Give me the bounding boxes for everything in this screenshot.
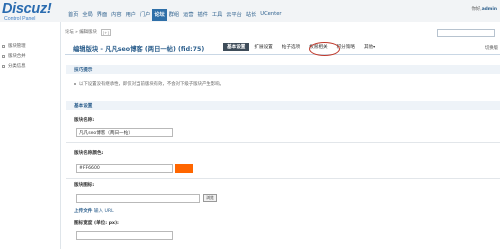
greeting-text: 你好, <box>471 7 482 12</box>
annotation-circle <box>309 42 340 56</box>
search-input[interactable] <box>437 29 495 37</box>
sidebar-item-forum-merge[interactable]: 版块合并 <box>2 53 26 59</box>
chevron-down-icon: ▾ <box>373 44 376 49</box>
user-greeting: 你好,admin <box>472 6 498 12</box>
sub-tab-label: 其他 <box>363 45 374 50</box>
sidebar-item-label: 版块合并 <box>8 54 26 59</box>
sub-tab-label: 帖子选项 <box>281 45 301 50</box>
tip-item: 以下设置没有继承性，即仅对当前版块有效，不会对下级子版块产生影响。 <box>66 80 500 88</box>
forum-name-field[interactable]: 凡凡seo博客（两日一帖） <box>76 128 173 137</box>
sidebar-item-forum-manage[interactable]: 版块管理 <box>2 43 26 49</box>
browse-button[interactable]: 浏览 <box>203 194 217 202</box>
title-row: 编辑版块 - 凡凡seo博客 (两日一帖) (fid:75) 基本设置 扩展设置 帖… <box>65 40 500 55</box>
upload-mode-tabs: 上传文件 输入 URL <box>74 208 114 214</box>
basic-settings-heading: 基本设置 <box>66 101 500 110</box>
main-nav: 首页 全局 界面 内容 用户 门户 论坛 群组 运营 插件 工具 云平台 站长 UCenter <box>66 9 284 21</box>
nav-tab[interactable]: 群组 <box>167 9 181 21</box>
nav-tab[interactable]: 门户 <box>138 9 152 21</box>
nav-tab[interactable]: 站长 <box>244 9 258 21</box>
discuz-logo[interactable]: Discuz! <box>2 1 52 17</box>
sub-tab-label: 扩展设置 <box>254 45 273 50</box>
icon-width-field[interactable] <box>76 231 173 240</box>
nav-tab[interactable]: 全局 <box>80 9 94 21</box>
forum-icon-label: 版块图标: <box>74 183 95 188</box>
sub-tab[interactable]: 帖子选项 <box>278 43 304 51</box>
tip-text: 以下设置没有继承性，即仅对当前版块有效，不会对下级子版块产生影响。 <box>79 82 224 87</box>
input-tab[interactable]: 输入 <box>94 209 103 214</box>
checkbox-icon <box>2 54 5 58</box>
nav-tab[interactable]: 用户 <box>124 9 138 21</box>
checkbox-icon <box>2 44 5 48</box>
nav-tab[interactable]: 运营 <box>181 9 195 21</box>
breadcrumb: 论坛 » 编辑版块 [+] <box>65 27 435 37</box>
add-shortcut-button[interactable]: [+] <box>100 28 111 36</box>
divider <box>66 142 500 143</box>
sidebar-item-label: 版块管理 <box>8 44 26 49</box>
forum-color-label: 版块名称颜色: <box>74 151 104 156</box>
color-swatch[interactable] <box>175 164 193 173</box>
nav-tab[interactable]: 工具 <box>210 9 224 21</box>
forum-color-field[interactable]: #FF6600 <box>76 164 173 173</box>
breadcrumb-text[interactable]: 论坛 » 编辑版块 <box>65 29 97 35</box>
sidebar-item-category-info[interactable]: 分类信息 <box>2 63 26 69</box>
sub-tab[interactable]: 基本设置 <box>223 43 250 51</box>
nav-tab[interactable]: UCenter <box>258 9 283 21</box>
username-link[interactable]: admin <box>482 7 497 12</box>
top-header: Discuz! Control Panel 首页 全局 界面 内容 用户 门户 论坛 群组 运营… <box>0 0 500 22</box>
forum-name-label: 版块名称: <box>74 118 95 123</box>
sub-tab-label: 基本设置 <box>227 45 246 50</box>
page-title: 编辑版块 - 凡凡seo博客 (两日一帖) (fid:75) <box>73 46 205 53</box>
sidebar-divider <box>60 22 61 249</box>
nav-tab[interactable]: 界面 <box>95 9 109 21</box>
sub-tab[interactable]: 其他▾ <box>360 43 379 51</box>
upload-file-tab[interactable]: 上传文件 <box>74 209 92 214</box>
nav-tab[interactable]: 插件 <box>196 9 210 21</box>
nav-tab[interactable]: 云平台 <box>224 9 244 21</box>
nav-tab[interactable]: 论坛 <box>152 9 167 21</box>
icon-width-label: 图标宽度 (单位: px): <box>74 221 119 226</box>
nav-tab[interactable]: 内容 <box>109 9 123 21</box>
switch-forum-link[interactable]: 切换版 <box>485 45 498 51</box>
tips-heading: 技巧提示 <box>66 65 500 74</box>
sidebar: 版块管理 版块合并 分类信息 <box>0 22 60 249</box>
sidebar-item-label: 分类信息 <box>8 64 26 69</box>
url-tab[interactable]: URL <box>105 209 114 214</box>
bullet-icon <box>74 83 76 85</box>
sub-tabs: 基本设置 扩展设置 帖子选项 权限相关 积分策略 其他▾ <box>223 43 380 51</box>
sub-tab[interactable]: 扩展设置 <box>250 43 276 51</box>
nav-tab[interactable]: 首页 <box>66 9 80 21</box>
icon-file-field[interactable] <box>76 194 200 203</box>
checkbox-icon <box>2 64 5 68</box>
divider <box>66 178 500 179</box>
